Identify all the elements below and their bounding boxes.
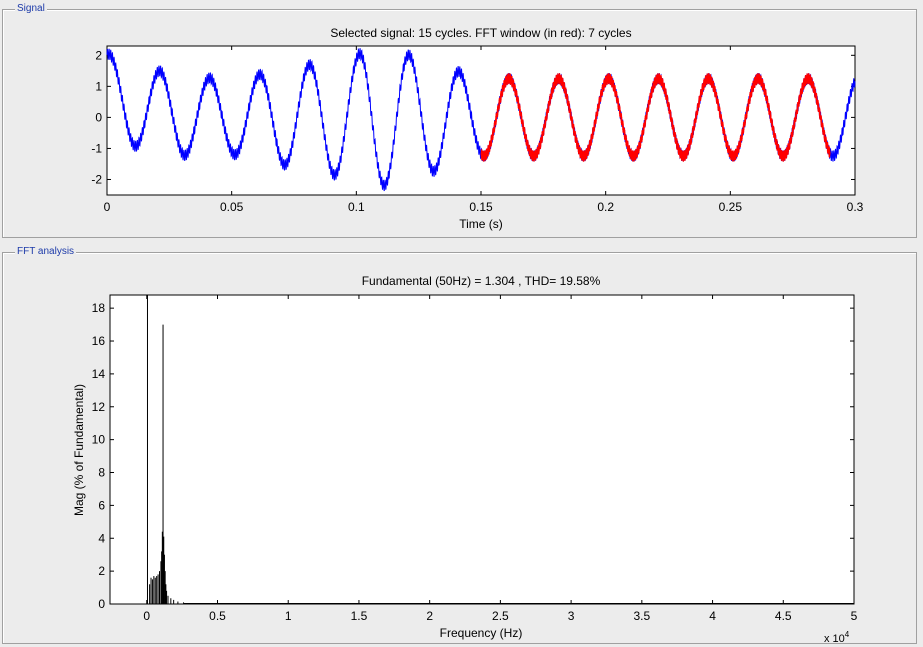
signal-y-tick-label: -2 [91, 172, 102, 186]
signal-x-tick-label: 0.1 [348, 200, 365, 214]
signal-x-tick-label: 0 [104, 200, 111, 214]
signal-x-axis-label: Time (s) [459, 217, 503, 231]
signal-y-tick-label: 2 [95, 48, 102, 62]
signal-x-tick-label: 0.3 [847, 200, 864, 214]
signal-x-tick-label: 0.2 [597, 200, 614, 214]
signal-x-tick-label: 0.15 [469, 200, 493, 214]
signal-x-tick-label: 0.05 [220, 200, 244, 214]
fft-analysis-panel: FFT analysis [2, 246, 917, 644]
signal-time-plot[interactable]: Selected signal: 15 cycles. FFT window (… [0, 0, 923, 240]
signal-y-tick-label: 0 [95, 110, 102, 124]
signal-y-tick-label: 1 [95, 79, 102, 93]
signal-x-tick-label: 0.25 [719, 200, 743, 214]
signal-plot-area [106, 45, 856, 196]
fft-panel-title: FFT analysis [15, 246, 77, 258]
signal-chart-title: Selected signal: 15 cycles. FFT window (… [330, 26, 631, 40]
signal-y-tick-label: -1 [91, 141, 102, 155]
